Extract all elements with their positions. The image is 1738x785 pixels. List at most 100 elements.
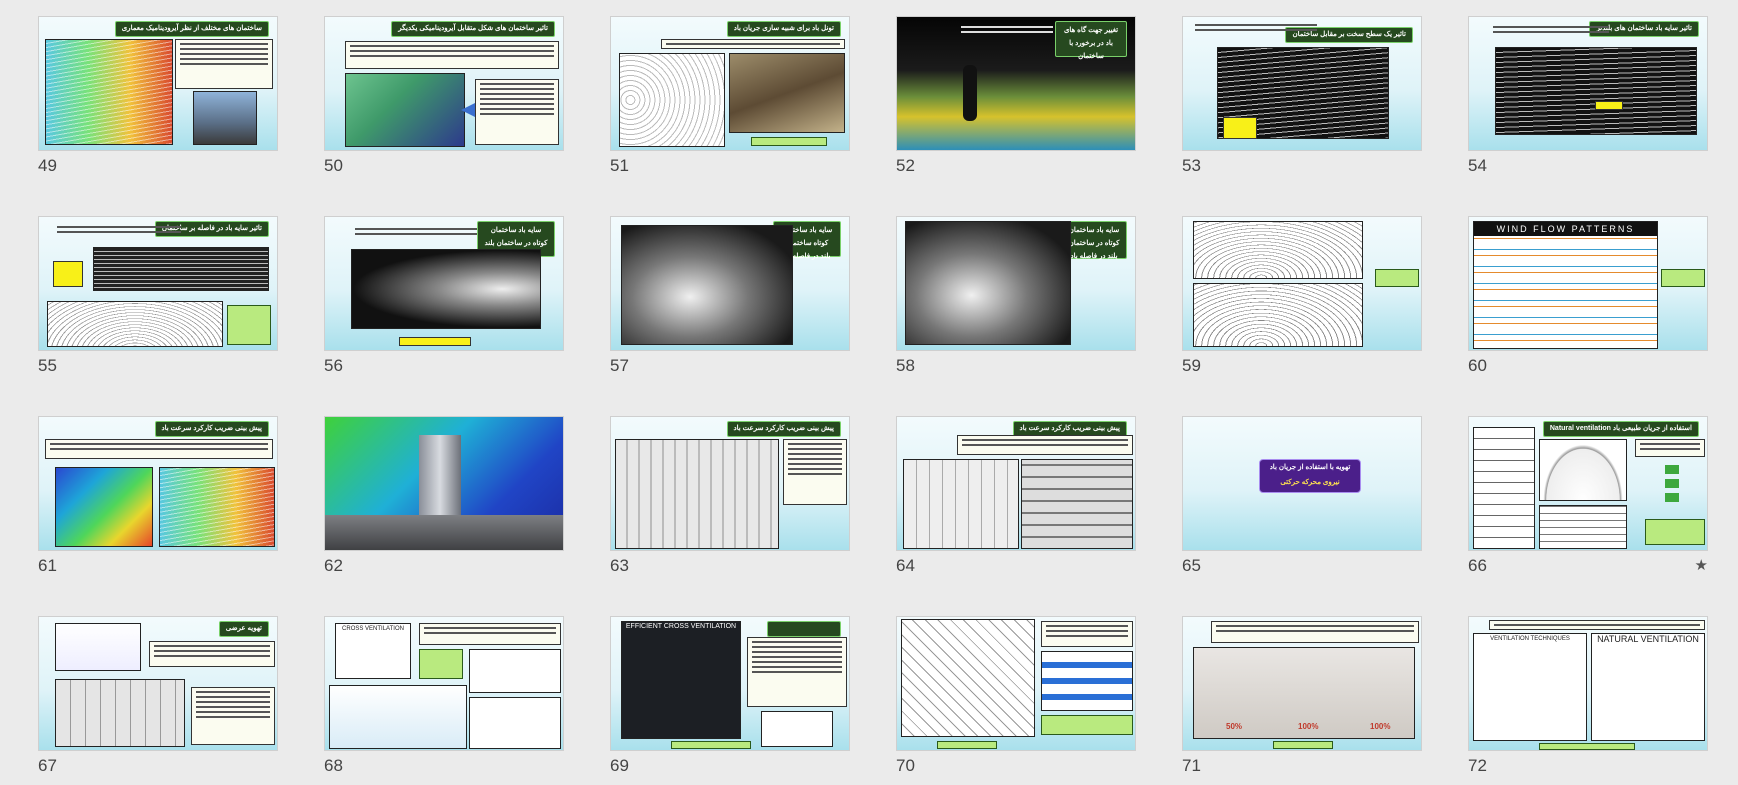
slide-thumb-51[interactable]: تونل باد برای شبیه سازی جریان باد 51 xyxy=(610,16,850,206)
slide-69-textbox xyxy=(747,637,847,707)
slide-64-canvas[interactable]: پیش بینی ضریب کارکرد سرعت باد xyxy=(896,416,1136,551)
slide-thumb-67[interactable]: تهویه عرضی 67 xyxy=(38,616,278,785)
slide-71-canvas[interactable]: 50% 100% 100% xyxy=(1182,616,1422,751)
slide-50-number: 50 xyxy=(324,156,343,175)
slide-71-label-1: 50% xyxy=(1226,722,1243,731)
slide-65-canvas[interactable]: تهویه با استفاده از جریان باد نیروی محرک… xyxy=(1182,416,1422,551)
slide-55-photo xyxy=(93,247,269,291)
slide-70-canvas[interactable] xyxy=(896,616,1136,751)
slide-thumb-68[interactable]: CROSS VENTILATION 68 xyxy=(324,616,564,785)
slide-thumb-52[interactable]: تغییر جهت گاه های باد در برخورد با ساختم… xyxy=(896,16,1136,206)
slide-59-sketch-bottom xyxy=(1193,283,1363,347)
slide-sorter: ساختمان های مختلف از نظر آیرودینامیک معم… xyxy=(0,0,1738,785)
slide-49-photo xyxy=(193,91,257,145)
slide-thumb-55[interactable]: تاثیر سایه باد در فاصله بر ساختمان 55 xyxy=(38,216,278,406)
slide-52-number: 52 xyxy=(896,156,915,175)
slide-72-subtitle: VENTILATION TECHNIQUES xyxy=(1490,636,1570,642)
slide-52-canvas[interactable]: تغییر جهت گاه های باد در برخورد با ساختم… xyxy=(896,16,1136,151)
slide-thumb-57[interactable]: سایه باد ساختمان کوتاه ساختمان بلند در ف… xyxy=(610,216,850,406)
slide-60-label xyxy=(1661,269,1705,287)
slide-58-canvas[interactable]: سایه باد ساختمان کوتاه در ساختمان بلند د… xyxy=(896,216,1136,351)
slide-49-canvas[interactable]: ساختمان های مختلف از نظر آیرودینامیک معم… xyxy=(38,16,278,151)
slide-70-note xyxy=(1041,715,1133,735)
slide-62-base xyxy=(325,515,563,550)
slide-50-canvas[interactable]: تاثیر ساختمان های شکل متقابل آیرودینامیک… xyxy=(324,16,564,151)
slide-67-sketch xyxy=(55,623,141,671)
slide-thumb-63[interactable]: پیش بینی ضریب کارکرد سرعت باد 63 xyxy=(610,416,850,606)
slide-57-number: 57 xyxy=(610,356,629,375)
slide-62-number: 62 xyxy=(324,556,343,575)
slide-thumb-61[interactable]: پیش بینی ضریب کارکرد سرعت باد 61 xyxy=(38,416,278,606)
slide-thumb-65[interactable]: تهویه با استفاده از جریان باد نیروی محرک… xyxy=(1182,416,1422,606)
slide-thumb-60[interactable]: WIND FLOW PATTERNS 60 xyxy=(1468,216,1708,406)
slide-66-house-2 xyxy=(1539,505,1627,549)
slide-71-label xyxy=(1273,741,1333,749)
slide-52-title: تغییر جهت گاه های باد در برخورد با ساختم… xyxy=(1055,21,1127,60)
slide-thumb-62[interactable]: 62 xyxy=(324,416,564,606)
slide-66-number: 66 xyxy=(1468,556,1487,575)
slide-68-canvas[interactable]: CROSS VENTILATION xyxy=(324,616,564,751)
slide-thumb-64[interactable]: پیش بینی ضریب کارکرد سرعت باد 64 xyxy=(896,416,1136,606)
slide-51-canvas[interactable]: تونل باد برای شبیه سازی جریان باد xyxy=(610,16,850,151)
slide-51-number: 51 xyxy=(610,156,629,175)
slide-49-diagram xyxy=(45,39,173,145)
slide-thumb-54[interactable]: تاثیر سایه باد ساختمان های بلندتر 54 xyxy=(1468,16,1708,206)
slide-55-sketch xyxy=(47,301,223,347)
slide-thumb-50[interactable]: تاثیر ساختمان های شکل متقابل آیرودینامیک… xyxy=(324,16,564,206)
slide-53-canvas[interactable]: تاثیر یک سطح سخت بر مقابل ساختمان xyxy=(1182,16,1422,151)
slide-68-title: CROSS VENTILATION xyxy=(342,626,404,632)
slide-thumb-59[interactable]: 59 xyxy=(1182,216,1422,406)
slide-51-tunnel-photo xyxy=(729,53,845,133)
slide-64-number: 64 xyxy=(896,556,915,575)
slide-71-label-2: 100% xyxy=(1298,722,1319,731)
slide-60-canvas[interactable]: WIND FLOW PATTERNS xyxy=(1468,216,1708,351)
slide-thumb-58[interactable]: سایه باد ساختمان کوتاه در ساختمان بلند د… xyxy=(896,216,1136,406)
slide-61-canvas[interactable]: پیش بینی ضریب کارکرد سرعت باد xyxy=(38,416,278,551)
slide-70-textbox xyxy=(1041,621,1133,647)
slide-72-label xyxy=(1539,743,1635,750)
slide-thumb-53[interactable]: تاثیر یک سطح سخت بر مقابل ساختمان 53 xyxy=(1182,16,1422,206)
slide-55-number: 55 xyxy=(38,356,57,375)
slide-68-number: 68 xyxy=(324,756,343,775)
slide-62-canvas[interactable] xyxy=(324,416,564,551)
slide-61-model xyxy=(159,467,275,547)
slide-72-title: NATURAL VENTILATION xyxy=(1597,634,1699,644)
slide-54-label xyxy=(1595,101,1623,110)
slide-67-canvas[interactable]: تهویه عرضی xyxy=(38,616,278,751)
slide-72-techniques: VENTILATION TECHNIQUES xyxy=(1473,633,1587,741)
slide-50-textbox-side xyxy=(475,79,559,145)
slide-69-number: 69 xyxy=(610,756,629,775)
slide-72-natural-ventilation: NATURAL VENTILATION xyxy=(1591,633,1705,741)
slide-60-number: 60 xyxy=(1468,356,1487,375)
slide-56-canvas[interactable]: سایه باد ساختمان کوتاه در ساختمان بلند xyxy=(324,216,564,351)
slide-65-number: 65 xyxy=(1182,556,1201,575)
slide-54-textbox xyxy=(1489,23,1613,41)
slide-72-textbox xyxy=(1489,620,1705,630)
check-icon-2 xyxy=(1665,479,1679,488)
slide-thumb-70[interactable]: 70 xyxy=(896,616,1136,785)
slide-68-textbox xyxy=(419,623,561,645)
slide-71-textbox xyxy=(1211,621,1419,643)
slide-57-photo xyxy=(621,225,793,345)
slide-thumb-49[interactable]: ساختمان های مختلف از نظر آیرودینامیک معم… xyxy=(38,16,278,206)
slide-72-canvas[interactable]: VENTILATION TECHNIQUES NATURAL VENTILATI… xyxy=(1468,616,1708,751)
slide-thumb-69[interactable]: EFFICIENT CROSS VENTILATION 69 xyxy=(610,616,850,785)
star-icon[interactable]: ★ xyxy=(1695,556,1708,574)
slide-thumb-71[interactable]: 50% 100% 100% 71 xyxy=(1182,616,1422,785)
slide-55-canvas[interactable]: تاثیر سایه باد در فاصله بر ساختمان xyxy=(38,216,278,351)
slide-thumb-72[interactable]: VENTILATION TECHNIQUES NATURAL VENTILATI… xyxy=(1468,616,1708,785)
slide-56-photo xyxy=(351,249,541,329)
slide-58-photo xyxy=(905,221,1071,345)
slide-66-canvas[interactable]: Natural ventilation استفاده از جریان طبی… xyxy=(1468,416,1708,551)
slide-67-title: تهویه عرضی xyxy=(218,621,269,637)
slide-57-canvas[interactable]: سایه باد ساختمان کوتاه ساختمان بلند در ف… xyxy=(610,216,850,351)
slide-thumb-66[interactable]: Natural ventilation استفاده از جریان طبی… xyxy=(1468,416,1708,606)
slide-70-label xyxy=(937,741,997,749)
slide-69-canvas[interactable]: EFFICIENT CROSS VENTILATION xyxy=(610,616,850,751)
slide-thumb-56[interactable]: سایه باد ساختمان کوتاه در ساختمان بلند 5… xyxy=(324,216,564,406)
slide-56-textbox xyxy=(351,225,481,243)
slide-59-canvas[interactable] xyxy=(1182,216,1422,351)
slide-63-canvas[interactable]: پیش بینی ضریب کارکرد سرعت باد xyxy=(610,416,850,551)
slide-54-canvas[interactable]: تاثیر سایه باد ساختمان های بلندتر xyxy=(1468,16,1708,151)
slide-55-label xyxy=(53,261,83,287)
